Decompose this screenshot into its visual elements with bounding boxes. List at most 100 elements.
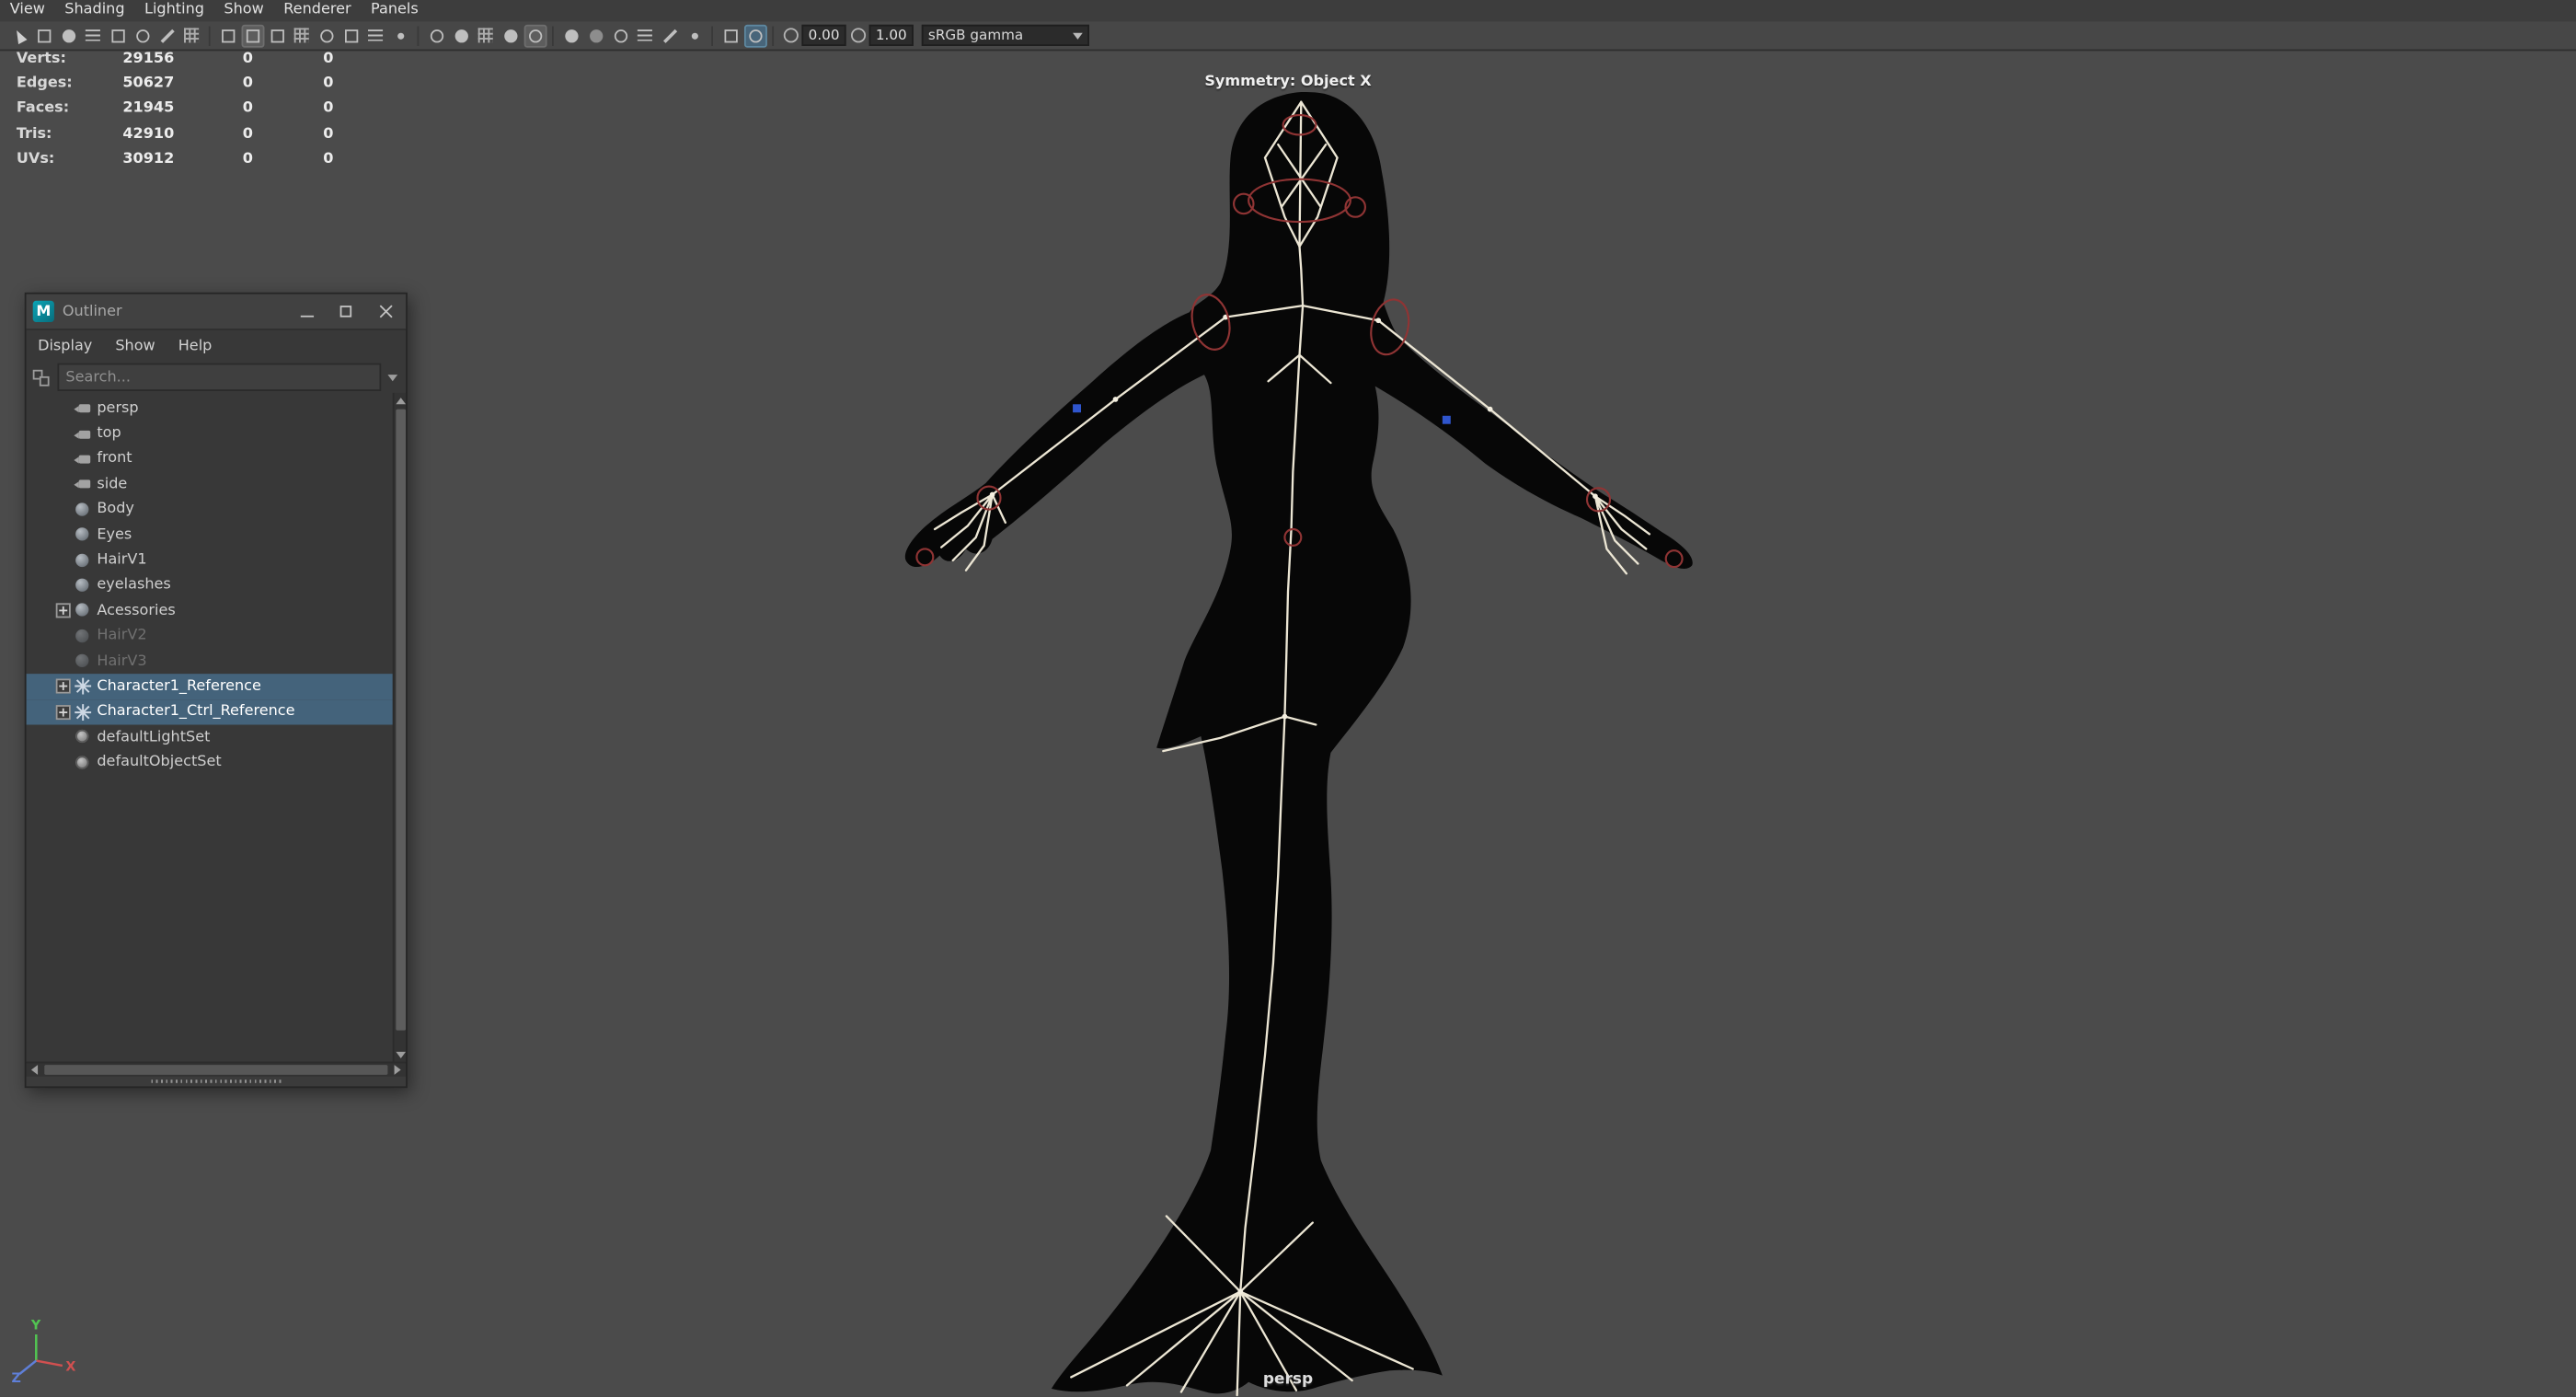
outliner-item-character1-ctrl-reference[interactable]: Character1_Ctrl_Reference <box>26 699 407 725</box>
close-icon[interactable] <box>366 294 406 329</box>
scroll-up-icon[interactable] <box>395 393 407 408</box>
gate-mask-icon[interactable] <box>265 24 288 47</box>
outliner-item-label: front <box>97 451 132 468</box>
gamma-icon[interactable] <box>850 28 867 43</box>
scroll-right-icon[interactable] <box>389 1063 406 1076</box>
camera-icon <box>74 399 92 418</box>
vertical-scrollbar[interactable] <box>392 392 407 1062</box>
view-transform-value: sRGB gamma <box>927 27 1024 44</box>
horizontal-scrollbar[interactable] <box>26 1061 407 1077</box>
chevron-down-icon <box>1073 31 1083 39</box>
outliner-item-acessories[interactable]: Acessories <box>27 598 406 623</box>
camera-attributes-icon[interactable] <box>57 24 80 47</box>
outliner-item-eyelashes[interactable]: eyelashes <box>27 573 406 598</box>
2d-pan-zoom-icon[interactable] <box>131 24 154 47</box>
screen-space-ao-icon[interactable] <box>609 24 632 47</box>
image-plane-icon[interactable] <box>106 24 129 47</box>
x-ray-icon[interactable] <box>743 23 767 47</box>
menu-view[interactable]: View <box>0 0 55 21</box>
search-input[interactable] <box>57 363 382 391</box>
hud-row-verts: Verts: 29156 0 0 <box>17 50 334 73</box>
skeleton-joint-dots <box>989 314 1598 1295</box>
view-transform-select[interactable]: sRGB gamma <box>921 24 1089 46</box>
select-camera-icon[interactable] <box>7 24 30 47</box>
menu-renderer[interactable]: Renderer <box>274 0 362 21</box>
outliner-item-label: Character1_Reference <box>97 678 261 696</box>
resolution-gate-icon[interactable] <box>240 23 264 47</box>
outliner-item-defaultlightset[interactable]: defaultLightSet <box>27 725 406 750</box>
hud-total: 30912 <box>122 150 175 167</box>
expand-toggle-icon[interactable] <box>55 603 71 618</box>
grid-icon[interactable] <box>180 24 203 47</box>
search-options-dropdown[interactable] <box>381 364 402 389</box>
motion-blur-icon[interactable] <box>633 24 656 47</box>
menu-lighting[interactable]: Lighting <box>134 0 213 21</box>
use-all-lights-icon[interactable] <box>559 24 582 47</box>
depth-of-field-icon[interactable] <box>683 24 706 47</box>
menu-show[interactable]: Show <box>214 0 274 21</box>
scroll-left-icon[interactable] <box>27 1063 43 1076</box>
textured-icon[interactable] <box>474 24 497 47</box>
character-silhouette <box>904 91 1693 1394</box>
outliner-item-defaultobjectset[interactable]: defaultObjectSet <box>27 750 406 775</box>
lock-camera-icon[interactable] <box>32 24 55 47</box>
expand-toggle-icon[interactable] <box>55 704 71 720</box>
hud-col3: 0 <box>323 51 334 68</box>
safe-title-icon[interactable] <box>339 24 362 47</box>
wireframe-on-shaded-icon[interactable] <box>523 23 546 47</box>
outliner-item-character1-reference[interactable]: Character1_Reference <box>26 674 407 700</box>
outliner-tree[interactable]: persp top front side Body Eyes HairV1 ey… <box>26 392 407 1062</box>
outliner-window: M Outliner Display Show Help persp top <box>24 292 408 1089</box>
shaded-icon[interactable] <box>449 24 472 47</box>
outliner-item-hairv1[interactable]: HairV1 <box>27 548 406 572</box>
frame-all-icon[interactable] <box>364 24 387 47</box>
outliner-item-top[interactable]: top <box>27 421 406 446</box>
field-chart-icon[interactable] <box>290 24 313 47</box>
grease-pencil-icon[interactable] <box>155 24 178 47</box>
exposure-icon[interactable] <box>783 28 799 43</box>
menu-shading[interactable]: Shading <box>55 0 135 21</box>
anti-aliasing-icon[interactable] <box>658 24 681 47</box>
outliner-item-label: Body <box>97 502 134 518</box>
outliner-item-label: HairV2 <box>97 628 147 645</box>
outliner-item-side[interactable]: side <box>27 472 406 497</box>
outliner-item-persp[interactable]: persp <box>27 396 406 421</box>
outliner-item-front[interactable]: front <box>27 446 406 471</box>
film-gate-icon[interactable] <box>216 24 239 47</box>
hud-col3: 0 <box>323 150 334 167</box>
scrollbar-thumb[interactable] <box>44 1065 388 1075</box>
axis-x-label: X <box>65 1359 75 1374</box>
expand-toggle-icon[interactable] <box>55 679 71 695</box>
gamma-input[interactable] <box>868 24 914 46</box>
exposure-input[interactable] <box>801 24 846 46</box>
minimize-icon[interactable] <box>287 294 327 329</box>
outliner-item-hairv3[interactable]: HairV3 <box>27 649 406 674</box>
hud-col2: 0 <box>242 125 253 143</box>
bookmarks-icon[interactable] <box>81 24 104 47</box>
outliner-item-hairv2[interactable]: HairV2 <box>27 624 406 649</box>
outliner-menu-bar: Display Show Help <box>26 329 407 362</box>
outliner-item-body[interactable]: Body <box>27 497 406 522</box>
frame-selection-icon[interactable] <box>388 24 411 47</box>
safe-action-icon[interactable] <box>315 24 338 47</box>
character-skeleton <box>933 100 1651 1397</box>
isolate-select-icon[interactable] <box>719 24 742 47</box>
menu-panels[interactable]: Panels <box>361 0 428 21</box>
selected-joints <box>1073 404 1451 424</box>
outliner-title-bar[interactable]: M Outliner <box>26 294 407 330</box>
scroll-down-icon[interactable] <box>395 1046 407 1061</box>
shadows-icon[interactable] <box>584 24 607 47</box>
wireframe-icon[interactable] <box>425 24 448 47</box>
outliner-item-eyes[interactable]: Eyes <box>27 523 406 548</box>
window-resize-grip[interactable] <box>26 1076 407 1087</box>
object-set-icon <box>74 754 92 772</box>
maximize-icon[interactable] <box>327 294 366 329</box>
filter-icon[interactable] <box>32 367 52 387</box>
use-default-material-icon[interactable] <box>499 24 522 47</box>
scrollbar-thumb[interactable] <box>396 409 407 1031</box>
outliner-menu-display[interactable]: Display <box>27 338 104 354</box>
outliner-menu-show[interactable]: Show <box>104 338 167 354</box>
outliner-item-label: Acessories <box>97 603 176 619</box>
axis-z-label: Z <box>11 1371 20 1384</box>
outliner-menu-help[interactable]: Help <box>167 338 224 354</box>
